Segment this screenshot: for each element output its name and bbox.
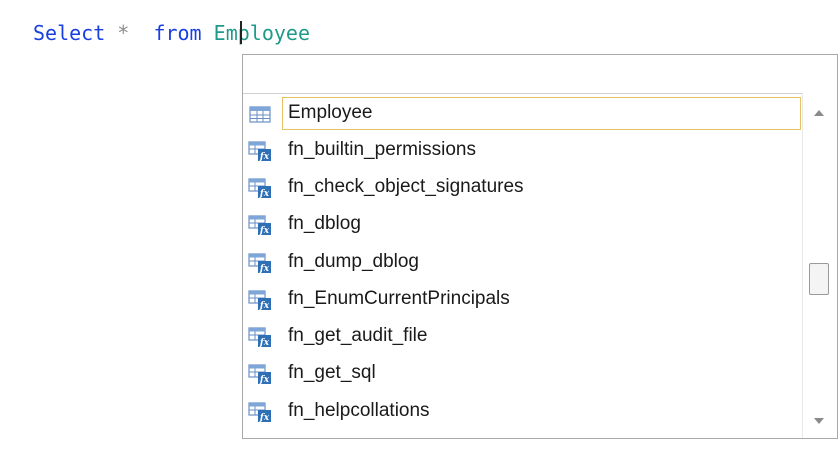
- autocomplete-popup[interactable]: Employee fx fn_builtin_permissions fx fn…: [242, 54, 838, 439]
- svg-text:fx: fx: [259, 338, 270, 348]
- keyword-from: from: [153, 21, 202, 45]
- table-valued-function-icon: fx: [248, 253, 271, 274]
- list-item-label: fn_builtin_permissions: [288, 139, 476, 160]
- table-valued-function-icon: fx: [248, 141, 271, 162]
- list-item[interactable]: fx fn_EnumCurrentPrincipals: [243, 281, 803, 317]
- list-item-label: fn_helpcollations: [288, 400, 430, 421]
- scrollbar-thumb[interactable]: [809, 263, 829, 295]
- svg-text:fx: fx: [259, 226, 270, 236]
- list-item-label: fn_get_audit_file: [288, 325, 428, 346]
- list-item-label: fn_dblog: [288, 213, 361, 234]
- table-valued-function-icon: fx: [248, 402, 271, 423]
- svg-text:fx: fx: [259, 375, 270, 385]
- text-caret: [240, 21, 242, 44]
- autocomplete-list[interactable]: Employee fx fn_builtin_permissions fx fn…: [243, 93, 803, 438]
- list-item[interactable]: fx fn_check_object_signatures: [243, 169, 803, 205]
- svg-text:fx: fx: [259, 152, 270, 162]
- svg-text:fx: fx: [259, 189, 270, 199]
- table-identifier: Employee: [213, 21, 310, 45]
- list-item[interactable]: fx fn_builtin_permissions: [243, 132, 803, 168]
- list-item[interactable]: Employee: [243, 95, 803, 131]
- list-item-label: fn_EnumCurrentPrincipals: [288, 288, 510, 309]
- list-item-label: fn_check_object_signatures: [288, 176, 524, 197]
- list-item[interactable]: fx fn_get_sql: [243, 355, 803, 391]
- autocomplete-filter[interactable]: [243, 55, 837, 94]
- code-line: Select * from Employee: [33, 18, 310, 48]
- svg-text:fx: fx: [259, 413, 270, 423]
- list-item-label: fn_get_sql: [288, 362, 376, 383]
- table-valued-function-icon: fx: [248, 364, 271, 385]
- sql-editor[interactable]: Select * from Employee Employee fx fn_bu…: [0, 0, 838, 450]
- list-item[interactable]: fx fn_dump_dblog: [243, 244, 803, 280]
- list-item[interactable]: fx fn_dblog: [243, 206, 803, 242]
- table-valued-function-icon: fx: [248, 327, 271, 348]
- scroll-down-arrow-icon[interactable]: [814, 418, 824, 424]
- list-item-label: fn_dump_dblog: [288, 251, 419, 272]
- svg-text:fx: fx: [259, 264, 270, 274]
- table-icon: [249, 106, 271, 123]
- list-item[interactable]: fx fn_helpcollations: [243, 393, 803, 429]
- table-valued-function-icon: fx: [248, 290, 271, 311]
- scroll-up-arrow-icon[interactable]: [814, 110, 824, 116]
- table-valued-function-icon: fx: [248, 178, 271, 199]
- operator-star: *: [117, 21, 130, 45]
- vertical-scrollbar[interactable]: [802, 93, 837, 438]
- table-valued-function-icon: fx: [248, 215, 271, 236]
- list-item[interactable]: fx fn_get_audit_file: [243, 318, 803, 354]
- keyword-select: Select: [33, 21, 106, 45]
- list-item-label: Employee: [288, 102, 373, 123]
- svg-text:fx: fx: [259, 301, 270, 311]
